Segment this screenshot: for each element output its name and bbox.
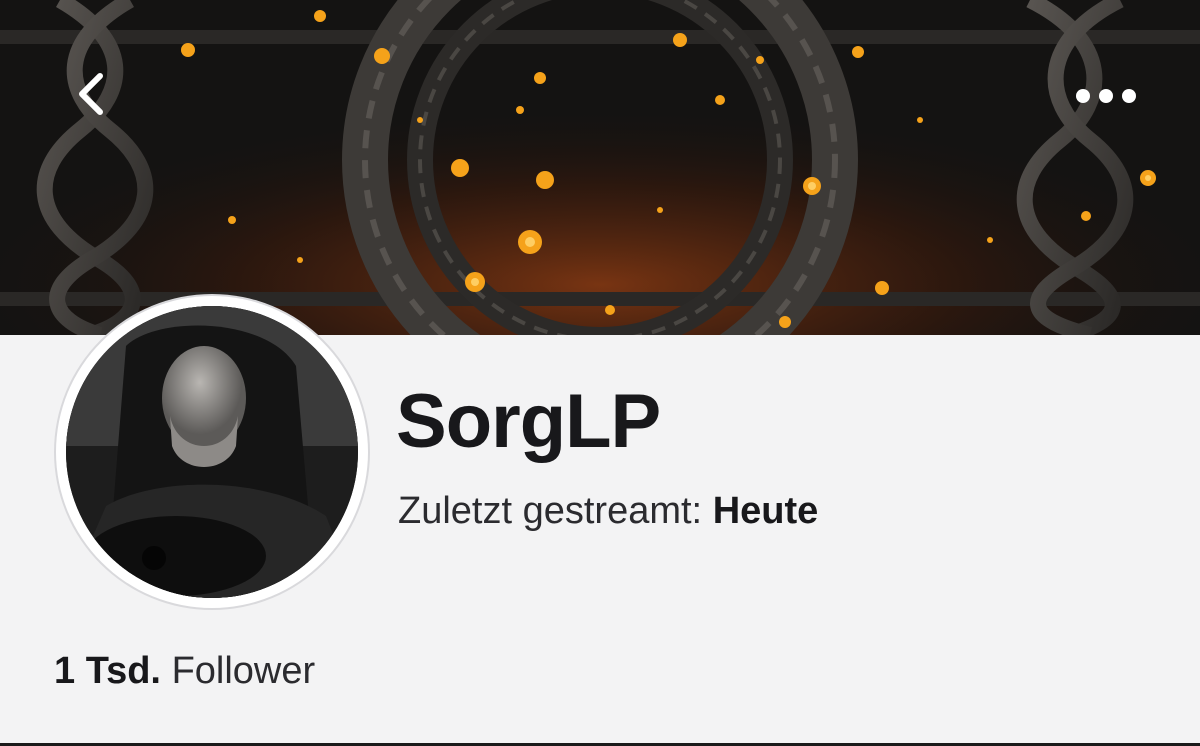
channel-banner — [0, 0, 1200, 335]
chevron-left-icon — [79, 73, 103, 115]
followers-count[interactable]: 1 Tsd. Follower — [54, 652, 315, 690]
banner-artwork — [0, 0, 1200, 335]
last-streamed-info: Zuletzt gestreamt: Heute — [398, 492, 818, 530]
followers-label: Follower — [171, 650, 316, 692]
back-button[interactable] — [58, 62, 122, 126]
last-streamed-label: Zuletzt gestreamt: — [398, 490, 703, 532]
channel-name: SorgLP — [396, 379, 661, 464]
followers-number: 1 Tsd. — [54, 650, 161, 692]
avatar-image — [66, 306, 358, 598]
more-horizontal-icon — [1076, 89, 1136, 103]
more-options-button[interactable] — [1066, 72, 1146, 120]
channel-avatar[interactable] — [56, 296, 368, 608]
last-streamed-value: Heute — [712, 490, 819, 532]
channel-profile-screen: SorgLP Zuletzt gestreamt: Heute 1 Tsd. F… — [0, 0, 1200, 746]
avatar-photo — [66, 306, 358, 598]
